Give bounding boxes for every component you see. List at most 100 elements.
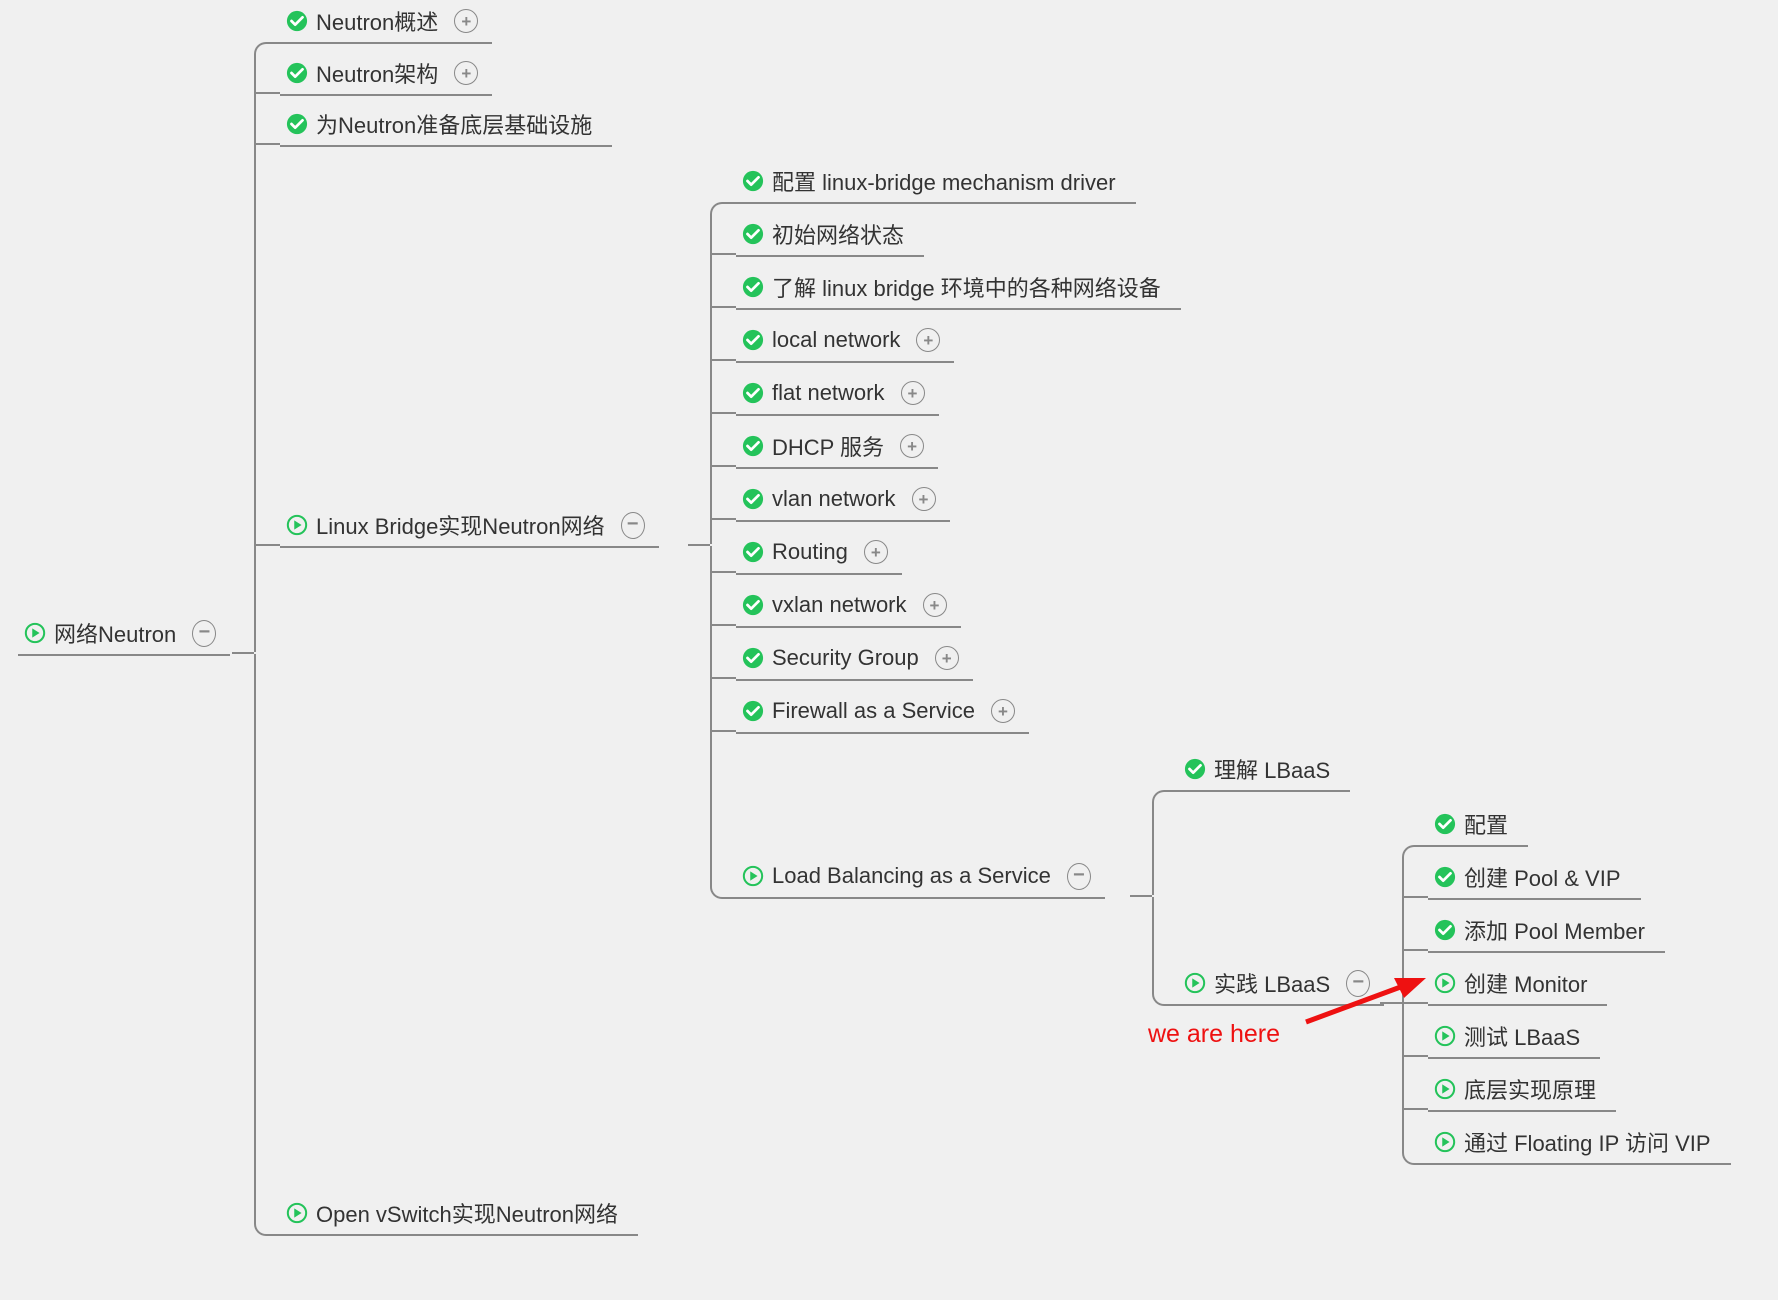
- node-understand-lbaas[interactable]: 理解 LBaaS: [1178, 748, 1350, 792]
- collapse-icon[interactable]: −: [192, 620, 216, 647]
- node-vxlan[interactable]: vxlan network +: [736, 584, 961, 628]
- node-label: Neutron架构: [316, 57, 444, 89]
- expand-icon[interactable]: +: [912, 487, 936, 511]
- node-label: flat network: [772, 380, 891, 406]
- arrow-icon: [1298, 970, 1428, 1030]
- node-add-member[interactable]: 添加 Pool Member: [1428, 909, 1665, 953]
- check-icon: [742, 541, 764, 563]
- expand-icon[interactable]: +: [916, 328, 940, 352]
- connector: [710, 412, 736, 414]
- node-label: 底层实现原理: [1464, 1073, 1602, 1105]
- collapse-icon[interactable]: −: [621, 512, 645, 539]
- check-icon: [742, 223, 764, 245]
- node-root[interactable]: 网络Neutron −: [18, 612, 230, 656]
- connector: [1152, 990, 1178, 1006]
- node-underlying[interactable]: 底层实现原理: [1428, 1068, 1616, 1112]
- node-label: vxlan network: [772, 592, 913, 618]
- node-label: Security Group: [772, 645, 925, 671]
- check-icon: [742, 488, 764, 510]
- expand-icon[interactable]: +: [454, 9, 478, 33]
- check-icon: [742, 276, 764, 298]
- node-local-network[interactable]: local network +: [736, 319, 954, 363]
- check-icon: [286, 113, 308, 135]
- node-linux-bridge[interactable]: Linux Bridge实现Neutron网络 −: [280, 504, 659, 548]
- node-neutron-infra[interactable]: 为Neutron准备底层基础设施: [280, 103, 612, 147]
- connector: [710, 306, 736, 308]
- node-devices[interactable]: 了解 linux bridge 环境中的各种网络设备: [736, 266, 1181, 310]
- connector: [1402, 1055, 1428, 1057]
- node-config-mechanism[interactable]: 配置 linux-bridge mechanism driver: [736, 160, 1136, 204]
- check-icon: [742, 170, 764, 192]
- check-icon: [742, 435, 764, 457]
- check-icon: [742, 700, 764, 722]
- node-floating-ip[interactable]: 通过 Floating IP 访问 VIP: [1428, 1121, 1731, 1165]
- play-icon: [1184, 972, 1206, 994]
- node-label: 网络Neutron: [54, 617, 182, 649]
- connector: [254, 92, 280, 94]
- node-neutron-arch[interactable]: Neutron架构 +: [280, 52, 492, 96]
- play-icon: [1434, 1131, 1456, 1153]
- check-icon: [742, 647, 764, 669]
- connector: [1402, 949, 1428, 951]
- connector: [1402, 1108, 1428, 1110]
- node-label: vlan network: [772, 486, 902, 512]
- node-label: 创建 Monitor: [1464, 967, 1593, 999]
- connector: [1152, 802, 1154, 895]
- connector: [710, 883, 736, 899]
- node-fwaas[interactable]: Firewall as a Service +: [736, 690, 1029, 734]
- connector: [1152, 790, 1178, 806]
- expand-icon[interactable]: +: [991, 699, 1015, 723]
- play-icon: [1434, 972, 1456, 994]
- connector: [1402, 896, 1428, 898]
- node-create-pool-vip[interactable]: 创建 Pool & VIP: [1428, 856, 1641, 900]
- node-label: 配置: [1464, 808, 1514, 840]
- connector: [710, 730, 736, 732]
- node-label: Neutron概述: [316, 5, 444, 37]
- check-icon: [286, 10, 308, 32]
- node-label: 创建 Pool & VIP: [1464, 861, 1627, 893]
- check-icon: [1434, 866, 1456, 888]
- expand-icon[interactable]: +: [900, 434, 924, 458]
- connector: [254, 1220, 280, 1236]
- play-icon: [24, 622, 46, 644]
- node-config[interactable]: 配置: [1428, 803, 1528, 847]
- check-icon: [286, 62, 308, 84]
- node-routing[interactable]: Routing+: [736, 531, 902, 575]
- node-label: Firewall as a Service: [772, 698, 981, 724]
- node-init-net[interactable]: 初始网络状态: [736, 213, 924, 257]
- node-ovs[interactable]: Open vSwitch实现Neutron网络: [280, 1192, 638, 1236]
- collapse-icon[interactable]: −: [1067, 863, 1091, 890]
- connector: [710, 214, 712, 544]
- node-label: 了解 linux bridge 环境中的各种网络设备: [772, 271, 1167, 303]
- connector: [1402, 1149, 1428, 1165]
- node-label: 添加 Pool Member: [1464, 914, 1651, 946]
- node-secgroup[interactable]: Security Group +: [736, 637, 973, 681]
- node-neutron-overview[interactable]: Neutron概述 +: [280, 0, 492, 44]
- play-icon: [742, 865, 764, 887]
- expand-icon[interactable]: +: [454, 61, 478, 85]
- connector: [710, 624, 736, 626]
- node-label: local network: [772, 327, 906, 353]
- annotation-we-are-here: we are here: [1148, 1020, 1280, 1049]
- expand-icon[interactable]: +: [935, 646, 959, 670]
- node-lbaas[interactable]: Load Balancing as a Service−: [736, 855, 1105, 899]
- connector: [710, 546, 712, 885]
- connector: [710, 518, 736, 520]
- connector: [1152, 897, 1154, 992]
- expand-icon[interactable]: +: [901, 381, 925, 405]
- node-dhcp[interactable]: DHCP 服务+: [736, 425, 938, 469]
- expand-icon[interactable]: +: [864, 540, 888, 564]
- play-icon: [1434, 1025, 1456, 1047]
- node-label: Linux Bridge实现Neutron网络: [316, 509, 611, 541]
- connector: [710, 253, 736, 255]
- node-vlan[interactable]: vlan network +: [736, 478, 950, 522]
- node-label: Load Balancing as a Service: [772, 863, 1057, 889]
- node-create-monitor[interactable]: 创建 Monitor: [1428, 962, 1607, 1006]
- play-icon: [1434, 1078, 1456, 1100]
- connector: [710, 465, 736, 467]
- expand-icon[interactable]: +: [923, 593, 947, 617]
- node-flat-network[interactable]: flat network +: [736, 372, 939, 416]
- node-test-lbaas[interactable]: 测试 LBaaS: [1428, 1015, 1600, 1059]
- connector: [1130, 895, 1152, 897]
- check-icon: [742, 594, 764, 616]
